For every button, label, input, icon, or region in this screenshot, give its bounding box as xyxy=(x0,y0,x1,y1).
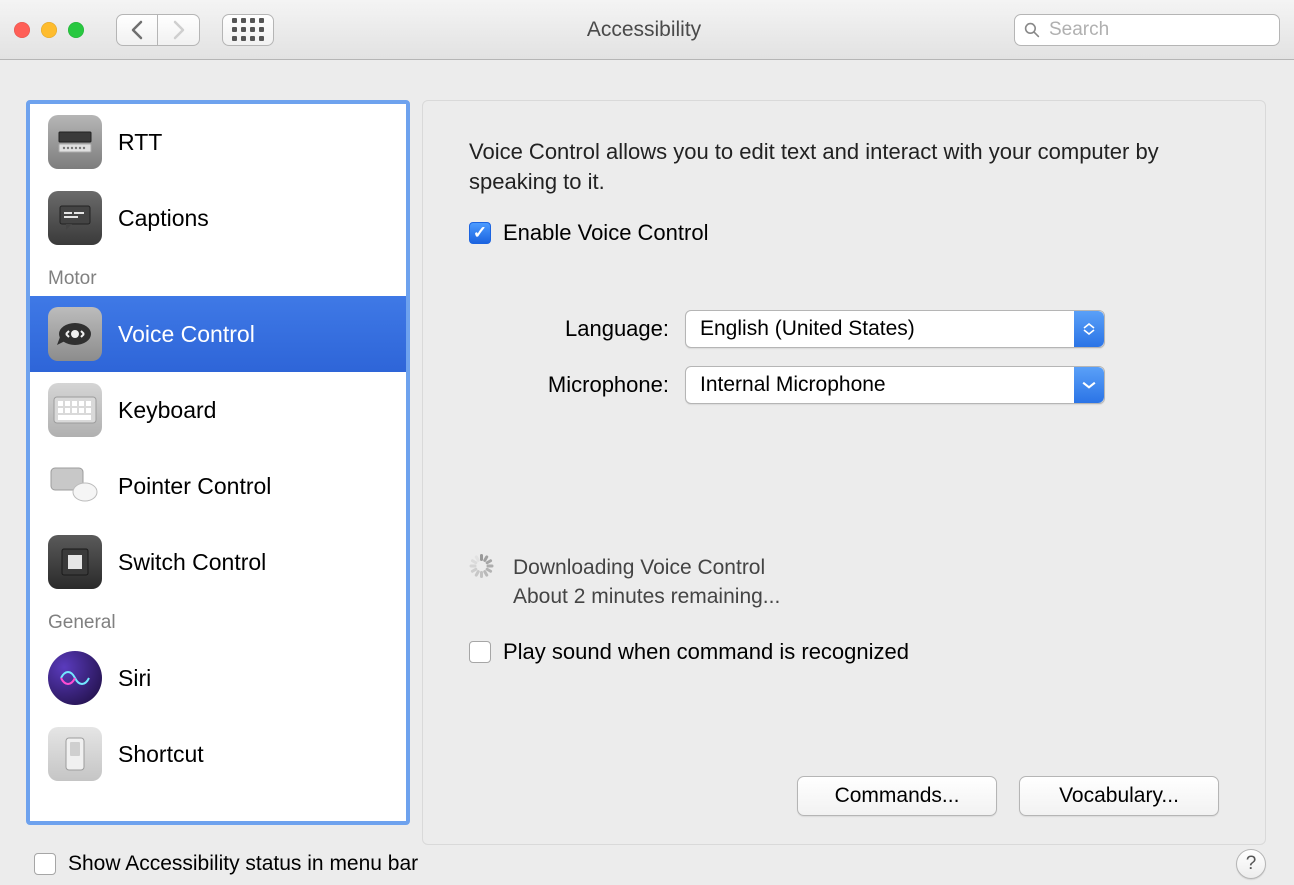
sidebar-item-label: Keyboard xyxy=(118,397,216,424)
sidebar-item-rtt[interactable]: RTT xyxy=(30,104,406,180)
sidebar-item-label: Voice Control xyxy=(118,321,255,348)
keyboard-icon xyxy=(48,383,102,437)
enable-voice-control-checkbox[interactable] xyxy=(469,222,491,244)
sidebar-item-label: Switch Control xyxy=(118,549,266,576)
window-controls xyxy=(14,22,84,38)
show-all-button[interactable] xyxy=(222,14,274,46)
sidebar-item-shortcut[interactable]: Shortcut xyxy=(30,716,406,792)
play-sound-checkbox[interactable] xyxy=(469,641,491,663)
show-status-label: Show Accessibility status in menu bar xyxy=(68,852,418,876)
play-sound-label: Play sound when command is recognized xyxy=(503,639,909,665)
pointer-control-icon xyxy=(48,459,102,513)
forward-button[interactable] xyxy=(158,14,200,46)
commands-button[interactable]: Commands... xyxy=(797,776,997,816)
show-status-checkbox[interactable] xyxy=(34,853,56,875)
shortcut-icon xyxy=(48,727,102,781)
status-text: Downloading Voice Control About 2 minute… xyxy=(513,554,780,611)
search-icon xyxy=(1024,22,1040,38)
sidebar-item-siri[interactable]: Siri xyxy=(30,640,406,716)
panel-description: Voice Control allows you to edit text an… xyxy=(469,137,1219,196)
search-field-wrap xyxy=(1014,14,1280,46)
category-sidebar[interactable]: RTT Captions Motor Voice Control Keyb xyxy=(26,100,410,825)
sidebar-item-pointer-control[interactable]: Pointer Control xyxy=(30,448,406,524)
window-toolbar: Accessibility xyxy=(0,0,1294,60)
switch-control-icon xyxy=(48,535,102,589)
settings-panel: Voice Control allows you to edit text an… xyxy=(422,100,1266,845)
help-button[interactable]: ? xyxy=(1236,849,1266,879)
close-window-button[interactable] xyxy=(14,22,30,38)
zoom-window-button[interactable] xyxy=(68,22,84,38)
search-input[interactable] xyxy=(1014,14,1280,46)
enable-voice-control-label: Enable Voice Control xyxy=(503,220,708,246)
sidebar-item-label: Shortcut xyxy=(118,741,204,768)
sidebar-item-label: Siri xyxy=(118,665,151,692)
spinner-icon xyxy=(469,554,493,578)
chevron-down-icon xyxy=(1074,367,1104,403)
voice-control-icon xyxy=(48,307,102,361)
sidebar-group-general: General xyxy=(30,600,406,640)
show-status-in-menubar-row[interactable]: Show Accessibility status in menu bar xyxy=(34,852,418,876)
status-line-1: Downloading Voice Control xyxy=(513,554,780,582)
sidebar-item-label: Captions xyxy=(118,205,209,232)
play-sound-row[interactable]: Play sound when command is recognized xyxy=(469,639,1219,665)
grid-icon xyxy=(232,18,264,41)
updown-stepper-icon xyxy=(1074,311,1104,347)
siri-icon xyxy=(48,651,102,705)
vocabulary-button[interactable]: Vocabulary... xyxy=(1019,776,1219,816)
status-line-2: About 2 minutes remaining... xyxy=(513,583,780,611)
language-value: English (United States) xyxy=(700,317,915,341)
sidebar-item-captions[interactable]: Captions xyxy=(30,180,406,256)
window-title: Accessibility xyxy=(296,18,992,42)
microphone-select[interactable]: Internal Microphone xyxy=(685,366,1105,404)
download-status: Downloading Voice Control About 2 minute… xyxy=(469,554,1219,611)
sidebar-item-label: Pointer Control xyxy=(118,473,271,500)
nav-segmented xyxy=(116,14,200,46)
sidebar-item-switch-control[interactable]: Switch Control xyxy=(30,524,406,600)
sidebar-group-motor: Motor xyxy=(30,256,406,296)
chevron-right-icon xyxy=(172,20,186,40)
microphone-label: Microphone: xyxy=(489,372,669,398)
enable-voice-control-row[interactable]: Enable Voice Control xyxy=(469,220,1219,246)
language-select[interactable]: English (United States) xyxy=(685,310,1105,348)
rtt-icon xyxy=(48,115,102,169)
language-label: Language: xyxy=(489,316,669,342)
chevron-left-icon xyxy=(130,20,144,40)
captions-icon xyxy=(48,191,102,245)
sidebar-item-voice-control[interactable]: Voice Control xyxy=(30,296,406,372)
sidebar-item-label: RTT xyxy=(118,129,162,156)
sidebar-item-keyboard[interactable]: Keyboard xyxy=(30,372,406,448)
microphone-value: Internal Microphone xyxy=(700,373,886,397)
minimize-window-button[interactable] xyxy=(41,22,57,38)
back-button[interactable] xyxy=(116,14,158,46)
